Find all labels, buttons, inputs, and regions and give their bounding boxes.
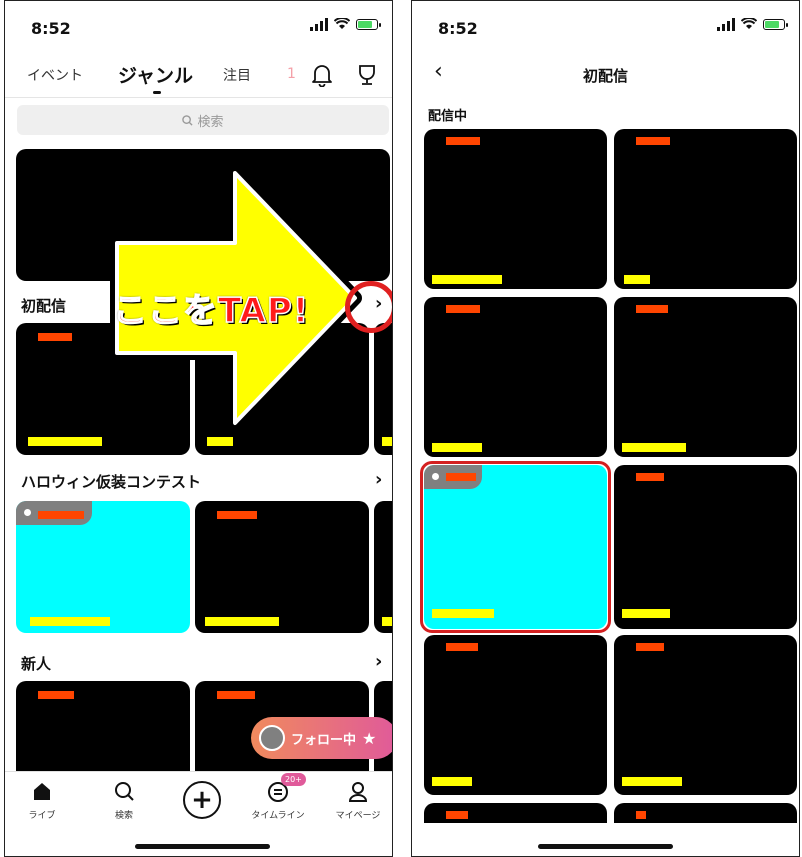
card-viewer-bar bbox=[432, 443, 482, 452]
stream-card-live[interactable] bbox=[16, 501, 190, 633]
card-title-bar bbox=[636, 811, 646, 819]
card-title-bar bbox=[217, 691, 255, 699]
battery-icon bbox=[356, 18, 381, 30]
card-title-bar bbox=[446, 137, 480, 145]
left-phone-screen: 8:52 イベント ジャンル 注目 1 検索 初配信 › ハロウィン仮装コンテス… bbox=[4, 0, 393, 857]
live-dot-icon bbox=[24, 509, 31, 516]
search-icon bbox=[182, 114, 194, 126]
card-viewer-bar bbox=[622, 443, 686, 452]
search-icon bbox=[115, 782, 134, 801]
header-divider bbox=[5, 97, 392, 98]
tab-event[interactable]: イベント bbox=[27, 65, 83, 85]
tap-here-label: ここをTAP! bbox=[112, 290, 310, 332]
nav-item-live[interactable]: ライブ bbox=[7, 780, 77, 821]
nav-label-live: ライブ bbox=[28, 811, 56, 821]
plus-icon: + bbox=[191, 785, 213, 815]
home-indicator bbox=[135, 844, 270, 849]
status-bar: 8:52 bbox=[412, 1, 799, 51]
section-title-first-stream: 初配信 bbox=[21, 297, 67, 315]
chevron-right-icon[interactable]: › bbox=[375, 469, 382, 490]
tab-featured[interactable]: 注目 bbox=[223, 65, 251, 85]
card-title-bar bbox=[446, 305, 480, 313]
search-bar[interactable]: 検索 bbox=[17, 105, 389, 135]
page-title: 初配信 bbox=[582, 67, 628, 85]
tap-target-circle bbox=[345, 281, 392, 333]
nav-item-mypage[interactable]: マイページ bbox=[323, 780, 392, 821]
tab-genre[interactable]: ジャンル bbox=[118, 61, 193, 88]
card-title-bar bbox=[217, 511, 257, 519]
broadcast-plus-button[interactable]: + bbox=[183, 781, 221, 819]
card-title-bar bbox=[446, 643, 478, 651]
stream-card[interactable] bbox=[424, 635, 607, 795]
highlight-frame bbox=[420, 461, 611, 633]
wifi-icon bbox=[741, 18, 757, 29]
card-viewer-bar bbox=[28, 437, 102, 446]
card-viewer-bar bbox=[432, 777, 472, 786]
card-viewer-bar bbox=[432, 275, 502, 284]
star-icon: ★ bbox=[362, 728, 377, 748]
stream-card[interactable] bbox=[614, 465, 797, 629]
card-title-bar bbox=[38, 511, 84, 519]
section-title-halloween: ハロウィン仮装コンテスト bbox=[21, 473, 202, 491]
person-icon bbox=[348, 782, 368, 802]
bell-icon[interactable] bbox=[311, 63, 333, 87]
status-icons bbox=[310, 17, 381, 31]
card-title-bar bbox=[38, 333, 72, 341]
status-bar: 8:52 bbox=[5, 1, 392, 51]
stream-card[interactable] bbox=[16, 681, 190, 781]
trophy-icon[interactable] bbox=[355, 63, 379, 87]
status-icons bbox=[717, 17, 788, 31]
stream-card[interactable] bbox=[614, 129, 797, 289]
signal-icon bbox=[310, 17, 328, 31]
card-title-bar bbox=[636, 473, 664, 481]
signal-icon bbox=[717, 17, 735, 31]
chevron-right-icon[interactable]: › bbox=[375, 651, 382, 672]
card-title-bar bbox=[446, 811, 468, 819]
card-viewer-bar bbox=[30, 617, 110, 626]
nav-label-search: 検索 bbox=[114, 811, 133, 821]
card-title-bar bbox=[636, 137, 670, 145]
home-icon bbox=[34, 783, 50, 800]
battery-icon bbox=[763, 18, 788, 30]
stream-card[interactable] bbox=[424, 129, 607, 289]
avatar bbox=[259, 725, 285, 751]
home-indicator bbox=[538, 844, 673, 849]
card-viewer-bar bbox=[622, 777, 682, 786]
status-time: 8:52 bbox=[438, 19, 478, 38]
card-title-bar bbox=[38, 691, 74, 699]
card-viewer-bar bbox=[622, 609, 670, 618]
stream-card[interactable] bbox=[424, 803, 607, 823]
card-viewer-bar bbox=[382, 617, 392, 626]
card-viewer-bar bbox=[205, 617, 279, 626]
top-tabs: イベント ジャンル 注目 1 bbox=[5, 61, 392, 95]
stream-card[interactable] bbox=[374, 323, 392, 455]
card-viewer-bar bbox=[624, 275, 650, 284]
following-button[interactable]: フォロー中 ★ bbox=[251, 717, 392, 759]
notification-count: 1 bbox=[287, 66, 296, 82]
stream-card[interactable] bbox=[424, 297, 607, 457]
search-placeholder: 検索 bbox=[197, 114, 224, 130]
section-title-newcomer: 新人 bbox=[21, 655, 52, 673]
timeline-badge: 20+ bbox=[281, 773, 306, 786]
wifi-icon bbox=[334, 18, 350, 29]
stream-card[interactable] bbox=[614, 635, 797, 795]
stream-card[interactable] bbox=[195, 501, 369, 633]
nav-label-timeline: タイムライン bbox=[251, 811, 305, 821]
following-label: フォロー中 bbox=[291, 732, 357, 748]
nav-item-timeline[interactable]: タイムライン bbox=[243, 780, 313, 821]
stream-card[interactable] bbox=[614, 297, 797, 457]
stream-card[interactable] bbox=[614, 803, 797, 823]
card-title-bar bbox=[636, 305, 668, 313]
right-phone-screen: 8:52 ‹ 初配信 配信中 bbox=[411, 0, 800, 857]
card-viewer-bar bbox=[382, 437, 392, 446]
card-title-bar bbox=[636, 643, 664, 651]
section-title-live: 配信中 bbox=[428, 109, 468, 124]
tab-active-indicator bbox=[153, 91, 161, 94]
nav-item-search[interactable]: 検索 bbox=[89, 780, 159, 821]
nav-label-mypage: マイページ bbox=[335, 811, 381, 821]
status-time: 8:52 bbox=[31, 19, 71, 38]
stream-card[interactable] bbox=[374, 501, 392, 633]
